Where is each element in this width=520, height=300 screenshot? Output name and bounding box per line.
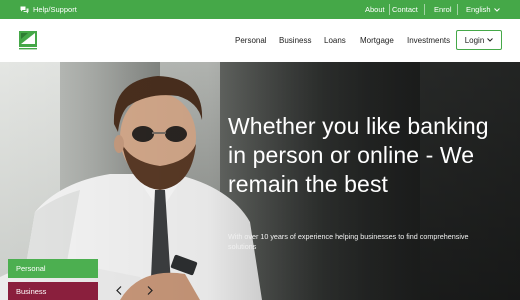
nav-mortgage[interactable]: Mortgage xyxy=(360,19,394,62)
nav-personal[interactable]: Personal xyxy=(235,19,267,62)
site-header: Personal Business Loans Mortgage Investm… xyxy=(0,19,520,62)
divider xyxy=(424,4,425,15)
login-button[interactable]: Login xyxy=(456,30,502,50)
chat-bubbles-icon xyxy=(20,6,29,13)
divider xyxy=(389,4,390,15)
slider-next-button[interactable] xyxy=(141,281,159,299)
about-link[interactable]: About xyxy=(365,0,385,19)
chevron-down-icon xyxy=(487,38,494,42)
nav-investments[interactable]: Investments xyxy=(407,19,450,62)
chevron-right-icon xyxy=(147,285,153,295)
nav-business[interactable]: Business xyxy=(279,19,311,62)
bank-logo[interactable] xyxy=(19,31,37,50)
chevron-left-icon xyxy=(116,285,122,295)
enrol-link[interactable]: Enrol xyxy=(434,0,452,19)
contact-link[interactable]: Contact xyxy=(392,0,418,19)
nav-loans[interactable]: Loans xyxy=(324,19,346,62)
utility-bar: Help/Support About Contact Enrol English xyxy=(0,0,520,19)
help-support-label: Help/Support xyxy=(33,5,77,14)
language-selector[interactable]: English xyxy=(466,0,500,19)
slider-prev-button[interactable] xyxy=(110,281,128,299)
tab-business[interactable]: Business xyxy=(8,282,98,300)
hero-subtitle: With over 10 years of experience helping… xyxy=(228,232,469,251)
chevron-down-icon xyxy=(493,7,500,12)
language-label: English xyxy=(466,5,491,14)
divider xyxy=(457,4,458,15)
help-support-link[interactable]: Help/Support xyxy=(20,0,77,19)
hero-title: Whether you like banking in person or on… xyxy=(228,113,489,197)
tab-personal[interactable]: Personal xyxy=(8,259,98,278)
login-label: Login xyxy=(464,35,485,45)
